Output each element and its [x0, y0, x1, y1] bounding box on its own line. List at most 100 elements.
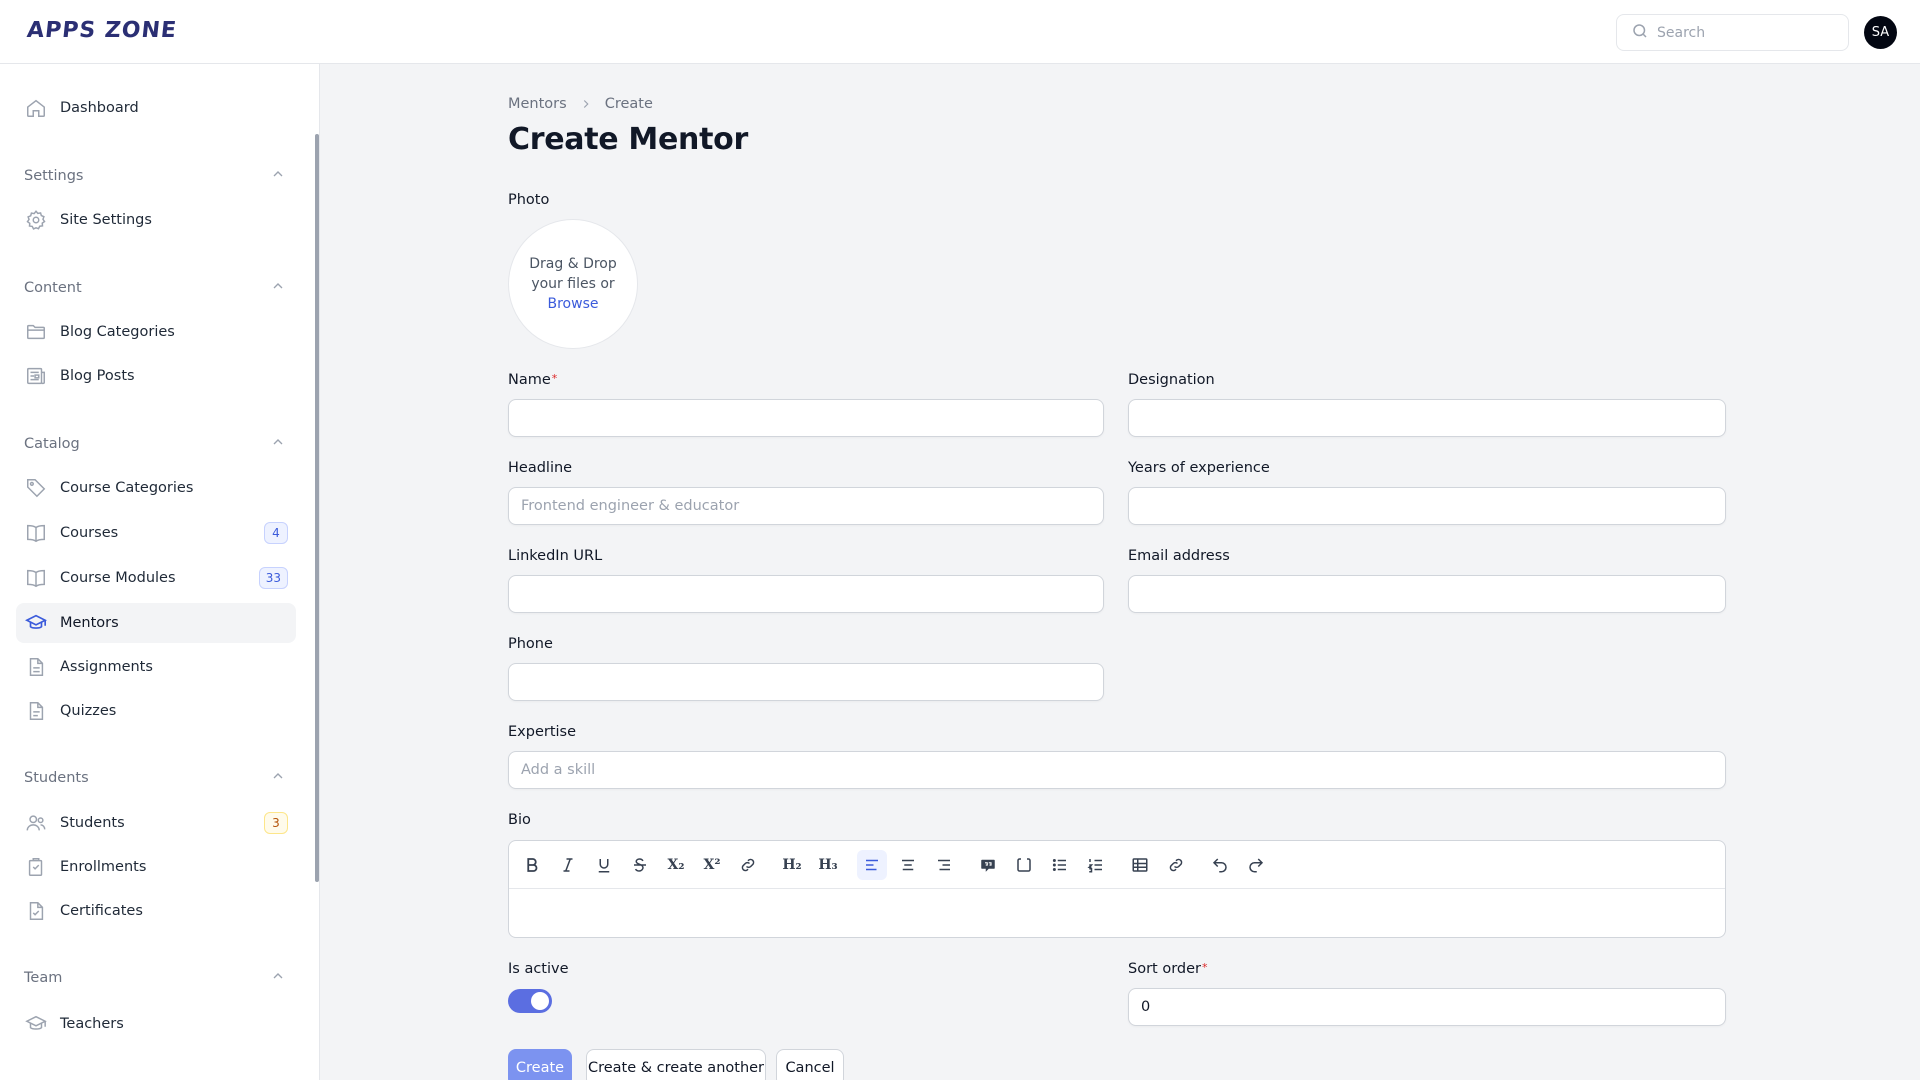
sort-order-field[interactable] [1128, 988, 1726, 1026]
name-label: Name* [508, 372, 558, 388]
underline-icon[interactable] [589, 850, 619, 880]
ordered-list-icon[interactable] [1081, 850, 1111, 880]
heading2-icon[interactable]: H₂ [777, 850, 807, 880]
bullet-list-icon[interactable] [1045, 850, 1075, 880]
app-logo[interactable]: APPS ZONE [26, 18, 179, 43]
sidebar-item-label: Site Settings [60, 212, 152, 228]
sidebar-item-dashboard[interactable]: Dashboard [16, 88, 296, 128]
align-center-icon[interactable] [893, 850, 923, 880]
users-icon [24, 811, 48, 835]
sidebar-item-certificates[interactable]: Certificates [16, 891, 296, 931]
headline-field[interactable] [508, 487, 1104, 525]
chevron-up-icon[interactable] [270, 768, 286, 788]
headline-input[interactable] [509, 488, 1103, 524]
name-field[interactable] [508, 399, 1104, 437]
group-settings[interactable]: Settings [24, 164, 286, 188]
undo-icon[interactable] [1205, 850, 1235, 880]
strikethrough-icon[interactable] [625, 850, 655, 880]
breadcrumb-mentors-link[interactable]: Mentors [508, 96, 567, 112]
search-input[interactable] [1657, 24, 1837, 41]
italic-icon[interactable] [553, 850, 583, 880]
editor-toolbar: X₂ X² H₂ H₃ [509, 841, 1725, 889]
sidebar-item-mentors[interactable]: Mentors [16, 603, 296, 643]
email-field[interactable] [1128, 575, 1726, 613]
redo-icon[interactable] [1241, 850, 1271, 880]
align-left-icon[interactable] [857, 849, 887, 880]
heading3-icon[interactable]: H₃ [813, 850, 843, 880]
table-icon[interactable] [1125, 850, 1155, 880]
code-block-icon[interactable] [1009, 850, 1039, 880]
cancel-button[interactable]: Cancel [776, 1049, 844, 1080]
search-box[interactable] [1616, 14, 1849, 51]
home-icon [24, 96, 48, 120]
attach-link-icon[interactable] [1161, 850, 1191, 880]
sidebar-item-label: Quizzes [60, 703, 117, 719]
newspaper-icon [24, 364, 48, 388]
sidebar-item-label: Blog Categories [60, 324, 175, 340]
years-field[interactable] [1128, 487, 1726, 525]
expertise-input[interactable] [509, 752, 1725, 788]
bio-label: Bio [508, 812, 531, 828]
bold-icon[interactable] [517, 850, 547, 880]
sidebar-item-label: Certificates [60, 903, 143, 919]
sidebar-item-enrollments[interactable]: Enrollments [16, 847, 296, 887]
sidebar-item-course-categories[interactable]: Course Categories [16, 468, 296, 508]
graduation-cap-icon [24, 1012, 48, 1036]
sidebar-item-label: Dashboard [60, 100, 139, 116]
phone-field[interactable] [508, 663, 1104, 701]
chevron-up-icon[interactable] [270, 434, 286, 454]
email-input[interactable] [1129, 576, 1725, 612]
linkedin-field[interactable] [508, 575, 1104, 613]
designation-input[interactable] [1129, 400, 1725, 436]
years-input[interactable] [1129, 488, 1725, 524]
chevron-up-icon[interactable] [270, 166, 286, 186]
group-label: Students [24, 770, 89, 786]
align-right-icon[interactable] [929, 850, 959, 880]
is-active-label: Is active [508, 961, 569, 977]
sidebar-item-label: Course Categories [60, 480, 194, 496]
browse-link[interactable]: Browse [548, 294, 599, 314]
document-icon [24, 655, 48, 679]
sidebar-item-quizzes[interactable]: Quizzes [16, 691, 296, 731]
group-students[interactable]: Students [24, 766, 286, 790]
sort-order-label: Sort order* [1128, 961, 1208, 977]
group-catalog[interactable]: Catalog [24, 432, 286, 456]
sidebar-item-teachers[interactable]: Teachers [16, 1004, 296, 1044]
create-another-button[interactable]: Create & create another [586, 1049, 766, 1080]
count-badge: 33 [258, 567, 288, 589]
blockquote-icon[interactable] [973, 850, 1003, 880]
designation-field[interactable] [1128, 399, 1726, 437]
link-icon[interactable] [733, 850, 763, 880]
phone-input[interactable] [509, 664, 1103, 700]
sort-order-input[interactable] [1129, 989, 1725, 1025]
clipboard-icon [24, 855, 48, 879]
chevron-right-icon [583, 100, 589, 108]
sidebar-item-courses[interactable]: Courses 4 [16, 513, 296, 553]
sidebar-item-blog-posts[interactable]: Blog Posts [16, 356, 296, 396]
bio-editor[interactable]: X₂ X² H₂ H₃ [508, 840, 1726, 938]
sidebar-item-assignments[interactable]: Assignments [16, 647, 296, 687]
avatar[interactable]: SA [1864, 16, 1897, 49]
group-team[interactable]: Team [24, 966, 286, 990]
bio-content-area[interactable] [509, 889, 1725, 937]
sidebar-item-label: Mentors [60, 615, 119, 631]
sidebar-item-course-modules[interactable]: Course Modules 33 [16, 558, 296, 598]
sidebar-item-blog-categories[interactable]: Blog Categories [16, 312, 296, 352]
expertise-field[interactable] [508, 751, 1726, 789]
breadcrumb-current: Create [604, 96, 653, 112]
sidebar-scrollbar[interactable] [315, 134, 319, 882]
chevron-up-icon[interactable] [270, 968, 286, 988]
is-active-toggle[interactable] [508, 989, 552, 1013]
group-content[interactable]: Content [24, 276, 286, 300]
sidebar-item-site-settings[interactable]: Site Settings [16, 200, 296, 240]
designation-label: Designation [1128, 372, 1215, 388]
sidebar: Dashboard Settings Site Settings Content… [0, 64, 320, 1080]
subscript-icon[interactable]: X₂ [661, 850, 691, 880]
sidebar-item-students[interactable]: Students 3 [16, 803, 296, 843]
name-input[interactable] [509, 400, 1103, 436]
chevron-up-icon[interactable] [270, 278, 286, 298]
superscript-icon[interactable]: X² [697, 850, 727, 880]
photo-dropzone[interactable]: Drag & Drop your files or Browse [508, 219, 638, 349]
linkedin-input[interactable] [509, 576, 1103, 612]
create-button[interactable]: Create [508, 1049, 572, 1080]
